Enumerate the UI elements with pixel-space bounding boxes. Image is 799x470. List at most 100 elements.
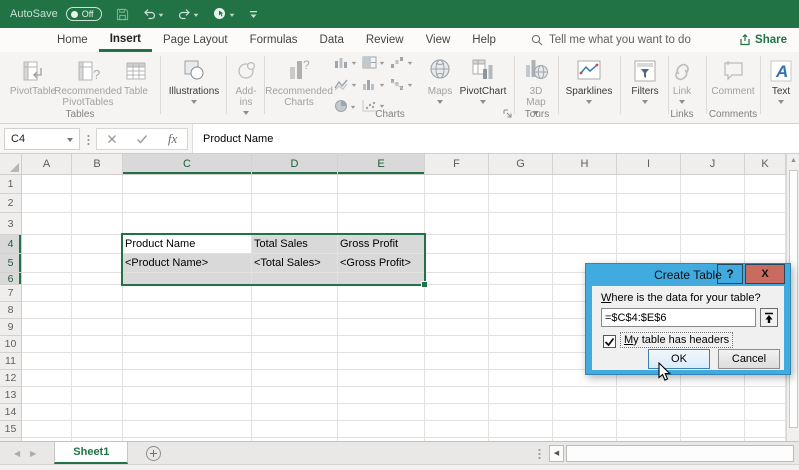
cell-E3[interactable] xyxy=(338,213,425,235)
cell-G11[interactable] xyxy=(489,353,553,370)
horizontal-scrollbar-grip[interactable] xyxy=(538,448,541,459)
cell-I13[interactable] xyxy=(617,387,681,404)
cell-I2[interactable] xyxy=(617,194,681,213)
cell-G9[interactable] xyxy=(489,319,553,336)
cell-I1[interactable] xyxy=(617,175,681,194)
cancel-entry-button[interactable] xyxy=(107,134,117,144)
cell-F15[interactable] xyxy=(425,421,489,438)
cell-A10[interactable] xyxy=(22,336,72,353)
cell-D4[interactable]: Total Sales xyxy=(252,235,338,254)
tab-insert[interactable]: Insert xyxy=(99,28,152,52)
cancel-button[interactable]: Cancel xyxy=(718,349,780,369)
tab-formulas[interactable]: Formulas xyxy=(239,28,309,52)
row-header-4[interactable]: 4 xyxy=(0,235,21,254)
cell-J1[interactable] xyxy=(681,175,745,194)
cell-B12[interactable] xyxy=(72,370,123,387)
cell-J2[interactable] xyxy=(681,194,745,213)
row-header-15[interactable]: 15 xyxy=(0,421,21,438)
column-header-B[interactable]: B xyxy=(72,154,123,174)
cell-B14[interactable] xyxy=(72,404,123,421)
cell-H14[interactable] xyxy=(553,404,617,421)
cell-I15[interactable] xyxy=(617,421,681,438)
cell-G15[interactable] xyxy=(489,421,553,438)
cell-J3[interactable] xyxy=(681,213,745,235)
column-header-J[interactable]: J xyxy=(681,154,745,174)
cell-G1[interactable] xyxy=(489,175,553,194)
insert-function-button[interactable]: fx xyxy=(168,131,177,147)
cell-F5[interactable] xyxy=(425,254,489,273)
cell-F11[interactable] xyxy=(425,353,489,370)
cell-C5[interactable]: <Product Name> xyxy=(123,254,252,273)
sheet-nav-left-icon[interactable]: ◀ xyxy=(14,449,20,458)
cell-G3[interactable] xyxy=(489,213,553,235)
cell-E2[interactable] xyxy=(338,194,425,213)
cell-D5[interactable]: <Total Sales> xyxy=(252,254,338,273)
table-range-input[interactable] xyxy=(601,308,756,327)
new-sheet-button[interactable] xyxy=(146,446,161,461)
cell-D12[interactable] xyxy=(252,370,338,387)
fill-handle[interactable] xyxy=(421,281,428,288)
cell-C7[interactable] xyxy=(123,285,252,302)
text-button[interactable]: A Text xyxy=(764,55,798,105)
cell-B1[interactable] xyxy=(72,175,123,194)
touch-mouse-mode-button[interactable] xyxy=(213,7,235,21)
cell-F7[interactable] xyxy=(425,285,489,302)
column-header-D[interactable]: D xyxy=(252,154,338,174)
cell-C1[interactable] xyxy=(123,175,252,194)
share-button[interactable]: Share xyxy=(739,28,787,52)
insert-line-chart-button[interactable] xyxy=(334,78,357,91)
column-header-E[interactable]: E xyxy=(338,154,425,174)
my-table-has-headers-label[interactable]: My table has headers xyxy=(620,332,733,348)
cell-E14[interactable] xyxy=(338,404,425,421)
row-header-6[interactable]: 6 xyxy=(0,273,21,285)
undo-button[interactable] xyxy=(143,8,164,20)
row-header-3[interactable]: 3 xyxy=(0,213,21,235)
cell-J15[interactable] xyxy=(681,421,745,438)
cell-F2[interactable] xyxy=(425,194,489,213)
cell-F8[interactable] xyxy=(425,302,489,319)
save-button[interactable] xyxy=(116,8,129,21)
cell-G12[interactable] xyxy=(489,370,553,387)
cell-K1[interactable] xyxy=(745,175,786,194)
cell-E1[interactable] xyxy=(338,175,425,194)
collapse-dialog-button[interactable] xyxy=(760,308,778,327)
cell-F9[interactable] xyxy=(425,319,489,336)
cell-H15[interactable] xyxy=(553,421,617,438)
cell-E7[interactable] xyxy=(338,285,425,302)
cell-D1[interactable] xyxy=(252,175,338,194)
cell-E10[interactable] xyxy=(338,336,425,353)
insert-statistic-chart-button[interactable] xyxy=(362,78,385,91)
row-header-12[interactable]: 12 xyxy=(0,370,21,387)
cell-D15[interactable] xyxy=(252,421,338,438)
cell-B7[interactable] xyxy=(72,285,123,302)
cell-G14[interactable] xyxy=(489,404,553,421)
cell-F12[interactable] xyxy=(425,370,489,387)
scroll-left-button[interactable]: ◀ xyxy=(549,445,564,462)
cell-B4[interactable] xyxy=(72,235,123,254)
cell-B11[interactable] xyxy=(72,353,123,370)
cell-B2[interactable] xyxy=(72,194,123,213)
dialog-help-button[interactable]: ? xyxy=(717,264,743,284)
cell-H3[interactable] xyxy=(553,213,617,235)
dialog-close-button[interactable]: x xyxy=(745,264,785,284)
cell-K13[interactable] xyxy=(745,387,786,404)
cell-H13[interactable] xyxy=(553,387,617,404)
select-all-corner[interactable] xyxy=(0,154,22,174)
cell-D2[interactable] xyxy=(252,194,338,213)
column-header-A[interactable]: A xyxy=(22,154,72,174)
autosave-toggle[interactable]: Off xyxy=(66,7,102,21)
cell-K3[interactable] xyxy=(745,213,786,235)
cell-B13[interactable] xyxy=(72,387,123,404)
cell-D14[interactable] xyxy=(252,404,338,421)
column-header-I[interactable]: I xyxy=(617,154,681,174)
tab-data[interactable]: Data xyxy=(309,28,355,52)
cell-E11[interactable] xyxy=(338,353,425,370)
cell-C14[interactable] xyxy=(123,404,252,421)
insert-hierarchy-chart-button[interactable] xyxy=(362,56,385,69)
cell-A3[interactable] xyxy=(22,213,72,235)
cell-D13[interactable] xyxy=(252,387,338,404)
recommended-pivottables-button[interactable]: ? Recommended PivotTables xyxy=(58,55,118,108)
cell-H1[interactable] xyxy=(553,175,617,194)
insert-combo-chart-button[interactable] xyxy=(390,78,413,91)
cell-B6[interactable] xyxy=(72,273,123,285)
